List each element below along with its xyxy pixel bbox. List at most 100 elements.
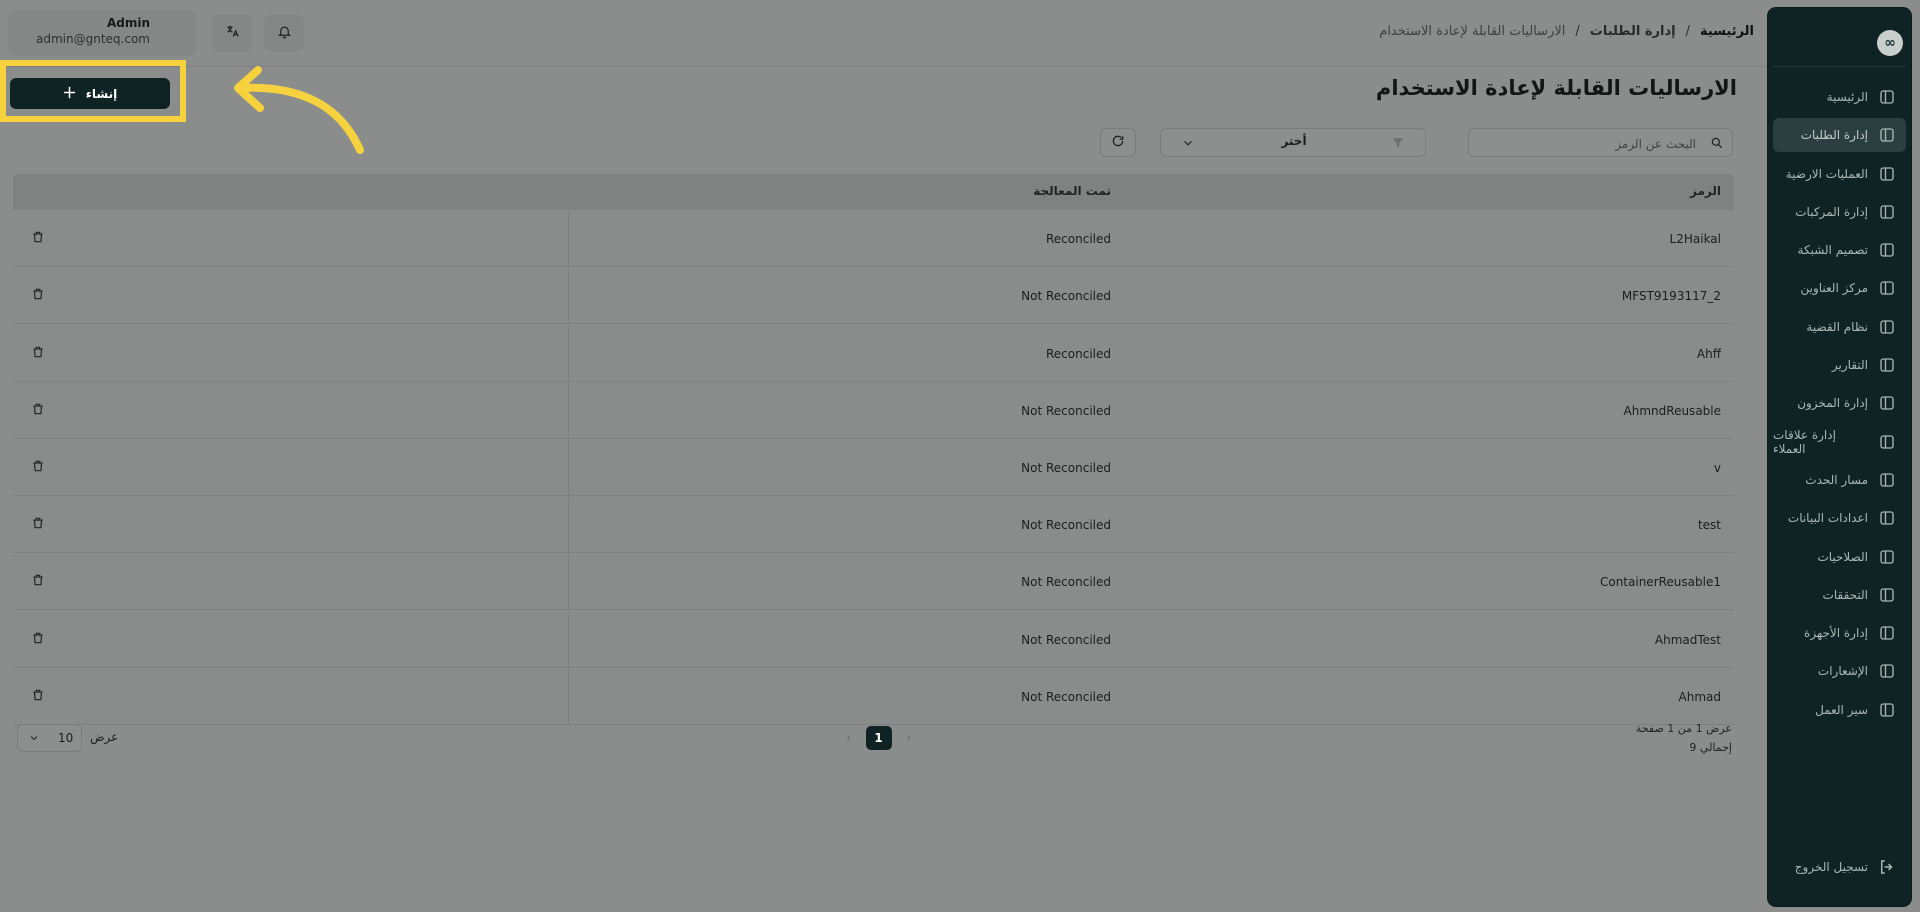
page-size-label: عرض bbox=[90, 730, 119, 744]
breadcrumb-orders[interactable]: إدارة الطلبات bbox=[1590, 24, 1676, 39]
table-row[interactable]: Ahmad Not Reconciled bbox=[13, 668, 1734, 725]
sidebar-item-network[interactable]: تصميم الشبكة bbox=[1773, 233, 1906, 267]
sidebar-item-tools[interactable]: التحققات bbox=[1773, 578, 1906, 612]
network-icon bbox=[1878, 241, 1896, 259]
sidebar-item-users[interactable]: الصلاحيات bbox=[1773, 540, 1906, 574]
search-box[interactable] bbox=[1468, 128, 1733, 157]
page-size-value: 10 bbox=[58, 731, 74, 745]
cell-code: Ahff bbox=[1696, 346, 1721, 361]
delete-icon[interactable] bbox=[31, 230, 47, 246]
column-header-code[interactable]: الرمز bbox=[1690, 184, 1721, 198]
page-title: الارساليات القابلة لإعادة الاستخدام bbox=[1375, 76, 1737, 100]
cell-processed: Not Reconciled bbox=[1021, 632, 1111, 647]
sidebar-item-location[interactable]: مركز العناوين bbox=[1773, 271, 1906, 305]
create-label: إنشاء bbox=[85, 86, 118, 101]
page-button-1[interactable]: 1 bbox=[865, 726, 892, 750]
logout-label: تسجيل الخروج bbox=[1794, 860, 1868, 874]
filter-select[interactable]: أختر bbox=[1160, 128, 1426, 157]
breadcrumb-home[interactable]: الرئيسية bbox=[1700, 24, 1754, 39]
translate-button[interactable] bbox=[212, 14, 252, 52]
cell-processed: Not Reconciled bbox=[1021, 518, 1111, 533]
delete-icon[interactable] bbox=[31, 287, 47, 303]
cell-code: MFST9193117_2 bbox=[1621, 289, 1721, 304]
sidebar-item-layout[interactable]: الرئيسية bbox=[1773, 80, 1906, 114]
sidebar-item-ground-ops[interactable]: العمليات الارضية bbox=[1773, 157, 1906, 191]
pagination-info: عرض 1 من 1 صفحة إجمالي 9 bbox=[1636, 719, 1732, 757]
delete-icon[interactable] bbox=[31, 688, 47, 704]
delete-icon[interactable] bbox=[31, 516, 47, 532]
page-size-select[interactable]: 10 bbox=[17, 724, 82, 752]
sidebar-item-label: التحققات bbox=[1822, 587, 1868, 602]
breadcrumb: الرئيسية / إدارة الطلبات / الارساليات ال… bbox=[1379, 24, 1754, 39]
sidebar-item-bell[interactable]: الإشعارات bbox=[1773, 654, 1906, 688]
device-icon bbox=[1878, 624, 1896, 642]
sidebar-item-label: تصميم الشبكة bbox=[1797, 243, 1868, 258]
cell-code: test bbox=[1697, 518, 1721, 533]
filter-icon bbox=[1391, 135, 1405, 154]
sidebar-item-workflow[interactable]: سير العمل bbox=[1773, 693, 1906, 727]
table-row[interactable]: test Not Reconciled bbox=[13, 497, 1734, 554]
sidebar-item-label: العمليات الارضية bbox=[1785, 166, 1868, 181]
refresh-button[interactable] bbox=[1100, 128, 1136, 157]
cell-processed: Not Reconciled bbox=[1021, 460, 1111, 475]
table-row[interactable]: L2Haikal Reconciled bbox=[13, 211, 1734, 268]
location-icon bbox=[1878, 279, 1896, 297]
column-divider bbox=[568, 668, 569, 724]
sidebar-item-route[interactable]: مسار الحدث bbox=[1773, 463, 1906, 497]
column-divider bbox=[568, 268, 569, 324]
column-divider bbox=[568, 439, 569, 495]
chevron-down-icon bbox=[28, 732, 40, 747]
table-row[interactable]: MFST9193117_2 Not Reconciled bbox=[13, 268, 1734, 325]
search-input[interactable] bbox=[1479, 133, 1698, 155]
sidebar-item-device[interactable]: إدارة الأجهزة bbox=[1773, 616, 1906, 650]
cell-code: Ahmad bbox=[1678, 689, 1721, 704]
breadcrumb-separator: / bbox=[1575, 24, 1580, 39]
notifications-button[interactable] bbox=[264, 14, 304, 52]
layout-icon bbox=[1878, 88, 1896, 106]
sidebar-item-label: إدارة المركبات bbox=[1795, 204, 1868, 219]
table-row[interactable]: AhmndReusable Not Reconciled bbox=[13, 382, 1734, 439]
create-button[interactable]: إنشاء bbox=[10, 78, 170, 109]
cell-processed: Reconciled bbox=[1046, 346, 1111, 361]
sidebar-item-label: نظام القضية bbox=[1806, 319, 1868, 334]
sidebar-item-label: إدارة الأجهزة bbox=[1804, 626, 1868, 641]
users-icon bbox=[1878, 548, 1896, 566]
table-row[interactable]: ContainerReusable1 Not Reconciled bbox=[13, 554, 1734, 611]
logout-button[interactable]: تسجيل الخروج bbox=[1773, 850, 1906, 884]
delete-icon[interactable] bbox=[31, 631, 47, 647]
prev-page-icon[interactable]: ‹ bbox=[846, 730, 852, 746]
table-row[interactable]: Ahff Reconciled bbox=[13, 325, 1734, 382]
route-icon bbox=[1878, 471, 1896, 489]
refresh-icon bbox=[1111, 133, 1125, 152]
column-header-processed[interactable]: تمت المعالجة bbox=[1033, 184, 1111, 198]
reusable-shipments-table: الرمز تمت المعالجة L2Haikal Reconciled MFS… bbox=[13, 174, 1734, 725]
delete-icon[interactable] bbox=[31, 345, 47, 361]
table-row[interactable]: v Not Reconciled bbox=[13, 439, 1734, 496]
ground-ops-icon bbox=[1878, 165, 1896, 183]
sidebar-item-case[interactable]: نظام القضية bbox=[1773, 310, 1906, 344]
bell-icon bbox=[277, 24, 292, 43]
sidebar-item-truck[interactable]: إدارة المركبات bbox=[1773, 195, 1906, 229]
total-count: إجمالي 9 bbox=[1689, 741, 1732, 754]
sidebar-divider bbox=[1773, 66, 1905, 67]
sidebar-item-label: الإشعارات bbox=[1817, 664, 1868, 679]
delete-icon[interactable] bbox=[31, 573, 47, 589]
table-row[interactable]: AhmadTest Not Reconciled bbox=[13, 611, 1734, 668]
sidebar-item-crm[interactable]: إدارة علاقات العملاء bbox=[1773, 425, 1906, 459]
search-icon bbox=[1710, 135, 1724, 154]
sidebar-item-label: مركز العناوين bbox=[1800, 281, 1868, 296]
sidebar-item-database[interactable]: اعدادات البيانات bbox=[1773, 501, 1906, 535]
delete-icon[interactable] bbox=[31, 402, 47, 418]
delete-icon[interactable] bbox=[31, 459, 47, 475]
next-page-icon[interactable]: › bbox=[906, 730, 912, 746]
cell-code: v bbox=[1713, 460, 1721, 475]
user-menu[interactable]: Admin admin@gnteq.com bbox=[8, 10, 196, 56]
cell-code: AhmndReusable bbox=[1623, 403, 1721, 418]
sidebar-item-inventory[interactable]: إدارة المخزون bbox=[1773, 386, 1906, 420]
sidebar-item-report[interactable]: التقارير bbox=[1773, 348, 1906, 382]
app-logo[interactable]: ∞ bbox=[1877, 30, 1903, 56]
logout-icon bbox=[1878, 858, 1896, 876]
sidebar-item-orders[interactable]: إدارة الطلبات bbox=[1773, 118, 1906, 153]
cell-processed: Not Reconciled bbox=[1021, 689, 1111, 704]
bell-icon bbox=[1878, 662, 1896, 680]
